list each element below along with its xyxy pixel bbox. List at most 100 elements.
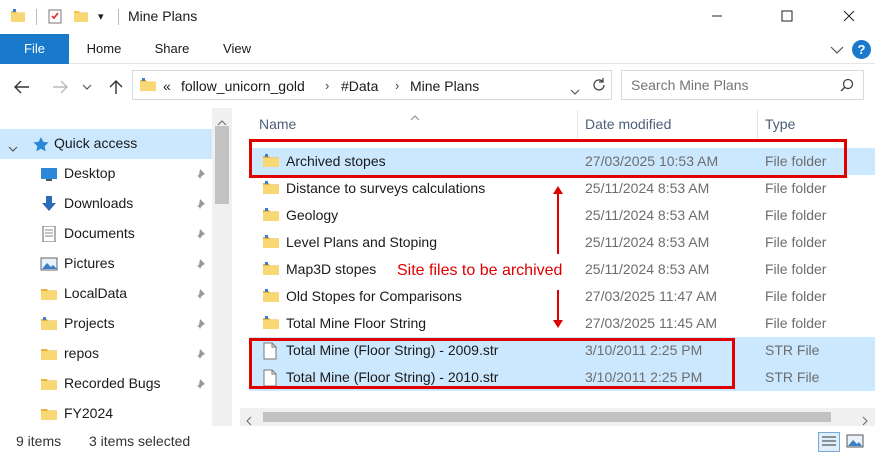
sort-ascending-icon: [410, 108, 420, 124]
folder-icon: [40, 286, 58, 302]
close-button[interactable]: [826, 0, 872, 32]
sidebar-item-label: Downloads: [64, 195, 134, 211]
file-date-modified: 27/03/2025 11:47 AM: [585, 288, 718, 304]
sidebar-item-label: Recorded Bugs: [64, 375, 161, 391]
folder-icon: [262, 288, 280, 307]
sidebar-item-documents[interactable]: Documents: [0, 219, 212, 249]
large-icons-view-icon: [846, 434, 864, 448]
column-divider[interactable]: [757, 110, 758, 140]
documents-icon: [40, 225, 58, 243]
title-bar: ▾ Mine Plans: [0, 0, 875, 34]
breadcrumb-overflow[interactable]: «: [163, 78, 171, 94]
pictures-icon: [40, 256, 58, 272]
file-name: Map3D stopes: [286, 261, 377, 277]
sidebar-item-recorded-bugs[interactable]: Recorded Bugs: [0, 369, 212, 399]
breadcrumb-separator[interactable]: ›: [325, 78, 329, 93]
column-header-date-modified[interactable]: Date modified: [585, 116, 671, 132]
folder-icon: [40, 346, 58, 362]
sidebar-item-quick-access[interactable]: Quick access: [0, 129, 212, 159]
back-button[interactable]: [11, 76, 33, 98]
sidebar-item-fy2024[interactable]: FY2024: [0, 399, 212, 429]
sidebar-item-localdata[interactable]: LocalData: [0, 279, 212, 309]
tab-view[interactable]: View: [214, 34, 260, 64]
app-folder-icon[interactable]: [10, 8, 26, 24]
file-name: Total Mine Floor String: [286, 315, 427, 331]
horizontal-scroll-thumb[interactable]: [263, 412, 831, 422]
properties-icon[interactable]: [47, 8, 63, 24]
maximize-button[interactable]: [764, 0, 810, 32]
sidebar-item-label: Pictures: [64, 255, 115, 271]
breadcrumb-separator[interactable]: ›: [395, 78, 399, 93]
search-icon: [840, 78, 854, 95]
file-date-modified: 25/11/2024 8:53 AM: [585, 261, 710, 277]
file-type: File folder: [765, 234, 827, 250]
breadcrumb-item[interactable]: #Data: [341, 78, 378, 94]
file-type: File folder: [765, 261, 827, 277]
sidebar-item-pictures[interactable]: Pictures: [0, 249, 212, 279]
file-date-modified: 25/11/2024 8:53 AM: [585, 207, 710, 223]
pin-icon[interactable]: [194, 197, 206, 213]
breadcrumb-item[interactable]: follow_unicorn_gold: [181, 78, 305, 94]
up-button[interactable]: [105, 76, 127, 98]
folder-icon: [262, 315, 280, 334]
new-folder-icon[interactable]: [73, 8, 89, 24]
pin-icon[interactable]: [194, 317, 206, 333]
file-name: Distance to surveys calculations: [286, 180, 486, 196]
pin-icon[interactable]: [194, 257, 206, 273]
selected-count: 3 items selected: [89, 433, 191, 449]
pin-icon[interactable]: [194, 167, 206, 183]
back-arrow-icon: [14, 80, 29, 94]
large-icons-view-button[interactable]: [845, 432, 867, 452]
file-type: STR File: [765, 342, 820, 358]
search-input[interactable]: [631, 77, 831, 93]
folder-icon: [40, 316, 58, 332]
annotation-box-archived-stopes: [249, 139, 847, 178]
sidebar-item-label: Documents: [64, 225, 135, 241]
sidebar-scroll-thumb[interactable]: [215, 126, 229, 204]
pin-icon[interactable]: [194, 377, 206, 393]
file-name: Old Stopes for Comparisons: [286, 288, 462, 304]
chevron-down-icon: [82, 84, 92, 90]
tab-share[interactable]: Share: [146, 34, 198, 64]
forward-button[interactable]: [49, 76, 71, 98]
details-view-icon: [822, 436, 836, 446]
column-header-type[interactable]: Type: [765, 116, 795, 132]
chevron-down-icon[interactable]: [8, 139, 18, 155]
customize-toolbar-icon[interactable]: ▾: [98, 10, 114, 26]
refresh-icon[interactable]: [591, 77, 607, 96]
search-box[interactable]: [621, 70, 864, 100]
maximize-icon: [781, 10, 793, 22]
sidebar-item-label: FY2024: [64, 405, 114, 421]
address-dropdown-icon[interactable]: [570, 82, 580, 98]
forward-arrow-icon: [53, 80, 68, 94]
pin-icon[interactable]: [194, 227, 206, 243]
sidebar-item-downloads[interactable]: Downloads: [0, 189, 212, 219]
file-type: File folder: [765, 288, 827, 304]
folder-icon: [40, 406, 58, 422]
breadcrumb-item[interactable]: Mine Plans: [410, 78, 479, 94]
annotation-label: Site files to be archived: [397, 262, 563, 279]
sidebar-item-label: Desktop: [64, 165, 116, 181]
tab-home[interactable]: Home: [76, 34, 132, 64]
expand-ribbon-icon[interactable]: [830, 42, 844, 58]
file-date-modified: 25/11/2024 8:53 AM: [585, 180, 710, 196]
pin-icon[interactable]: [194, 287, 206, 303]
minimize-icon: [712, 15, 722, 17]
column-header-name[interactable]: Name: [259, 116, 296, 132]
sidebar-item-label: Projects: [64, 315, 115, 331]
window-title: Mine Plans: [128, 8, 198, 24]
address-bar[interactable]: « follow_unicorn_gold › #Data › Mine Pla…: [132, 70, 612, 100]
sidebar-item-projects[interactable]: Projects: [0, 309, 212, 339]
ribbon: File Home Share View ?: [0, 34, 875, 64]
recent-locations-button[interactable]: [80, 76, 94, 98]
sidebar-item-label: Quick access: [54, 135, 138, 151]
minimize-button[interactable]: [694, 0, 740, 32]
sidebar-item-desktop[interactable]: Desktop: [0, 159, 212, 189]
tab-file[interactable]: File: [0, 34, 69, 64]
sidebar-item-repos[interactable]: repos: [0, 339, 212, 369]
details-view-button[interactable]: [818, 432, 840, 452]
file-name: Geology: [286, 207, 339, 223]
help-button[interactable]: ?: [852, 40, 871, 59]
column-divider[interactable]: [577, 110, 578, 140]
pin-icon[interactable]: [194, 347, 206, 363]
